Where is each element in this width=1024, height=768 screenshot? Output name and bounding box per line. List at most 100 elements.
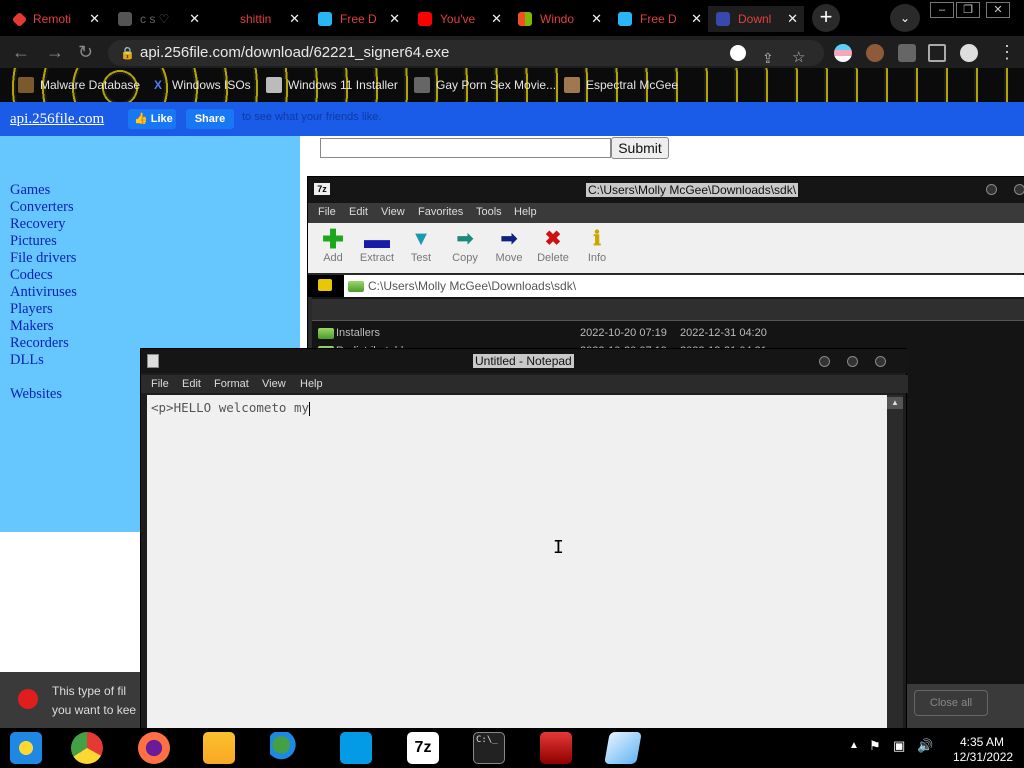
submit-button[interactable]: Submit: [611, 137, 669, 159]
extension-avatar-icon[interactable]: [866, 44, 884, 62]
close-tab-icon[interactable]: ✕: [189, 11, 200, 27]
category-link-recovery[interactable]: Recovery: [10, 216, 66, 233]
close-tab-icon[interactable]: ✕: [289, 11, 300, 27]
bookmark-espectral-mcgee[interactable]: Espectral McGee: [564, 77, 678, 93]
tab-4[interactable]: Free D ✕: [310, 6, 406, 32]
menu-tools[interactable]: Tools: [476, 206, 502, 218]
menu-file[interactable]: File: [151, 378, 169, 390]
tab-6[interactable]: Windo ✕: [510, 6, 608, 32]
notepad-titlebar[interactable]: Untitled - Notepad: [141, 349, 908, 373]
delete-button[interactable]: ✖ Delete: [533, 229, 573, 264]
maximize-button[interactable]: [847, 356, 858, 367]
category-link-pictures[interactable]: Pictures: [10, 233, 57, 250]
category-link-players[interactable]: Players: [10, 301, 53, 318]
menu-help[interactable]: Help: [300, 378, 323, 390]
category-link-converters[interactable]: Converters: [10, 199, 74, 216]
category-link-games[interactable]: Games: [10, 182, 50, 199]
close-tab-icon[interactable]: ✕: [691, 11, 702, 27]
up-folder-icon[interactable]: [318, 279, 332, 291]
network-icon[interactable]: ▣: [893, 738, 905, 754]
facebook-like-button[interactable]: 👍 Like: [128, 109, 176, 129]
profile-icon[interactable]: [960, 44, 978, 62]
menu-dots-icon[interactable]: ⋮: [998, 42, 1016, 63]
add-button[interactable]: ✚ Add: [313, 226, 353, 264]
maximize-button[interactable]: ❐: [956, 2, 980, 18]
menu-edit[interactable]: Edit: [349, 206, 368, 218]
category-link-antiviruses[interactable]: Antiviruses: [10, 284, 77, 301]
minimize-button[interactable]: [986, 184, 997, 195]
minimize-button[interactable]: [819, 356, 830, 367]
extension-icon[interactable]: [834, 44, 852, 62]
chrome-icon[interactable]: [71, 732, 103, 764]
notepad-text-area[interactable]: <p>HELLO welcometo my: [147, 395, 887, 731]
share-icon[interactable]: ⇪: [762, 45, 778, 66]
reload-icon[interactable]: ↻: [78, 42, 93, 63]
cmd-icon[interactable]: C:\_: [473, 732, 505, 764]
new-tab-button[interactable]: +: [812, 4, 840, 32]
tab-2[interactable]: c s ♡ ✕: [110, 6, 206, 32]
list-item[interactable]: Installers 2022-10-20 07:19 2022-12-31 0…: [312, 325, 1024, 343]
close-tab-icon[interactable]: ✕: [389, 11, 400, 27]
scroll-up-arrow-icon[interactable]: ▲: [887, 397, 903, 409]
close-window-button[interactable]: ✕: [986, 2, 1010, 18]
arrow-app-icon[interactable]: [340, 732, 372, 764]
websites-link[interactable]: Websites: [10, 386, 62, 403]
bookmark-windows-11-installer[interactable]: Windows 11 Installer: [266, 77, 398, 93]
menu-view[interactable]: View: [381, 206, 405, 218]
tab-3[interactable]: shittin ✕: [210, 6, 306, 32]
extract-button[interactable]: ▬ Extract: [357, 226, 397, 264]
flag-icon[interactable]: ⚑: [869, 738, 881, 754]
toolbox-icon[interactable]: [540, 732, 572, 764]
close-all-button[interactable]: Close all: [914, 690, 988, 716]
test-button[interactable]: ▼ Test: [401, 229, 441, 264]
menu-view[interactable]: View: [262, 378, 286, 390]
category-link-file-drivers[interactable]: File drivers: [10, 250, 76, 267]
close-tab-icon[interactable]: ✕: [491, 11, 502, 27]
clock-time[interactable]: 4:35 AM: [960, 735, 1004, 749]
category-link-codecs[interactable]: Codecs: [10, 267, 53, 284]
close-tab-icon[interactable]: ✕: [787, 11, 798, 27]
bookmark-windows-isos[interactable]: X Windows ISOs: [150, 77, 251, 93]
windows-start-icon[interactable]: [10, 732, 42, 764]
menu-file[interactable]: File: [318, 206, 336, 218]
vertical-scrollbar[interactable]: ▲: [887, 395, 903, 731]
puzzle-icon[interactable]: [898, 44, 916, 62]
copy-button[interactable]: ➡ Copy: [445, 229, 485, 264]
info-button[interactable]: ℹ Info: [577, 229, 617, 264]
side-panel-icon[interactable]: [928, 44, 946, 62]
volume-icon[interactable]: 🔊: [917, 738, 933, 754]
back-arrow-icon[interactable]: ←: [12, 42, 30, 63]
tab-search-icon[interactable]: ⌄: [890, 4, 920, 32]
tab-7[interactable]: Free D ✕: [610, 6, 708, 32]
category-link-dlls[interactable]: DLLs: [10, 352, 44, 369]
forward-arrow-icon[interactable]: →: [46, 42, 64, 63]
sevenzip-taskbar-icon[interactable]: 7z: [407, 732, 439, 764]
firefox-icon[interactable]: [138, 732, 170, 764]
menu-favorites[interactable]: Favorites: [418, 206, 463, 218]
bookmark-star-icon[interactable]: ☆: [792, 45, 808, 66]
notepad-taskbar-icon[interactable]: [604, 732, 642, 764]
sevenzip-titlebar[interactable]: 7z C:\Users\Molly McGee\Downloads\sdk\: [308, 177, 1024, 203]
close-tab-icon[interactable]: ✕: [89, 11, 100, 27]
site-home-link[interactable]: api.256file.com: [10, 111, 104, 128]
menu-format[interactable]: Format: [214, 378, 249, 390]
facebook-share-button[interactable]: Share: [186, 109, 234, 129]
google-icon[interactable]: [730, 45, 746, 61]
close-tab-icon[interactable]: ✕: [591, 11, 602, 27]
category-link-recorders[interactable]: Recorders: [10, 335, 69, 352]
tab-1[interactable]: Remoti ✕: [6, 6, 106, 32]
chevron-up-icon[interactable]: ▲: [849, 740, 859, 751]
maximize-button[interactable]: [1014, 184, 1024, 195]
bookmark-site[interactable]: Gay Porn Sex Movie...: [414, 77, 556, 93]
category-link-makers[interactable]: Makers: [10, 318, 54, 335]
minimize-button[interactable]: –: [930, 2, 954, 18]
network-users-icon[interactable]: [270, 732, 302, 764]
bookmark-malware-database[interactable]: Malware Database: [18, 77, 140, 93]
path-input[interactable]: C:\Users\Molly McGee\Downloads\sdk\: [344, 275, 1024, 297]
file-explorer-icon[interactable]: [203, 732, 235, 764]
close-button[interactable]: [875, 356, 886, 367]
address-bar[interactable]: 🔒 api.256file.com/download/62221_signer6…: [108, 40, 824, 66]
move-button[interactable]: ➡ Move: [489, 229, 529, 264]
menu-edit[interactable]: Edit: [182, 378, 201, 390]
tab-5[interactable]: You've ✕: [410, 6, 508, 32]
